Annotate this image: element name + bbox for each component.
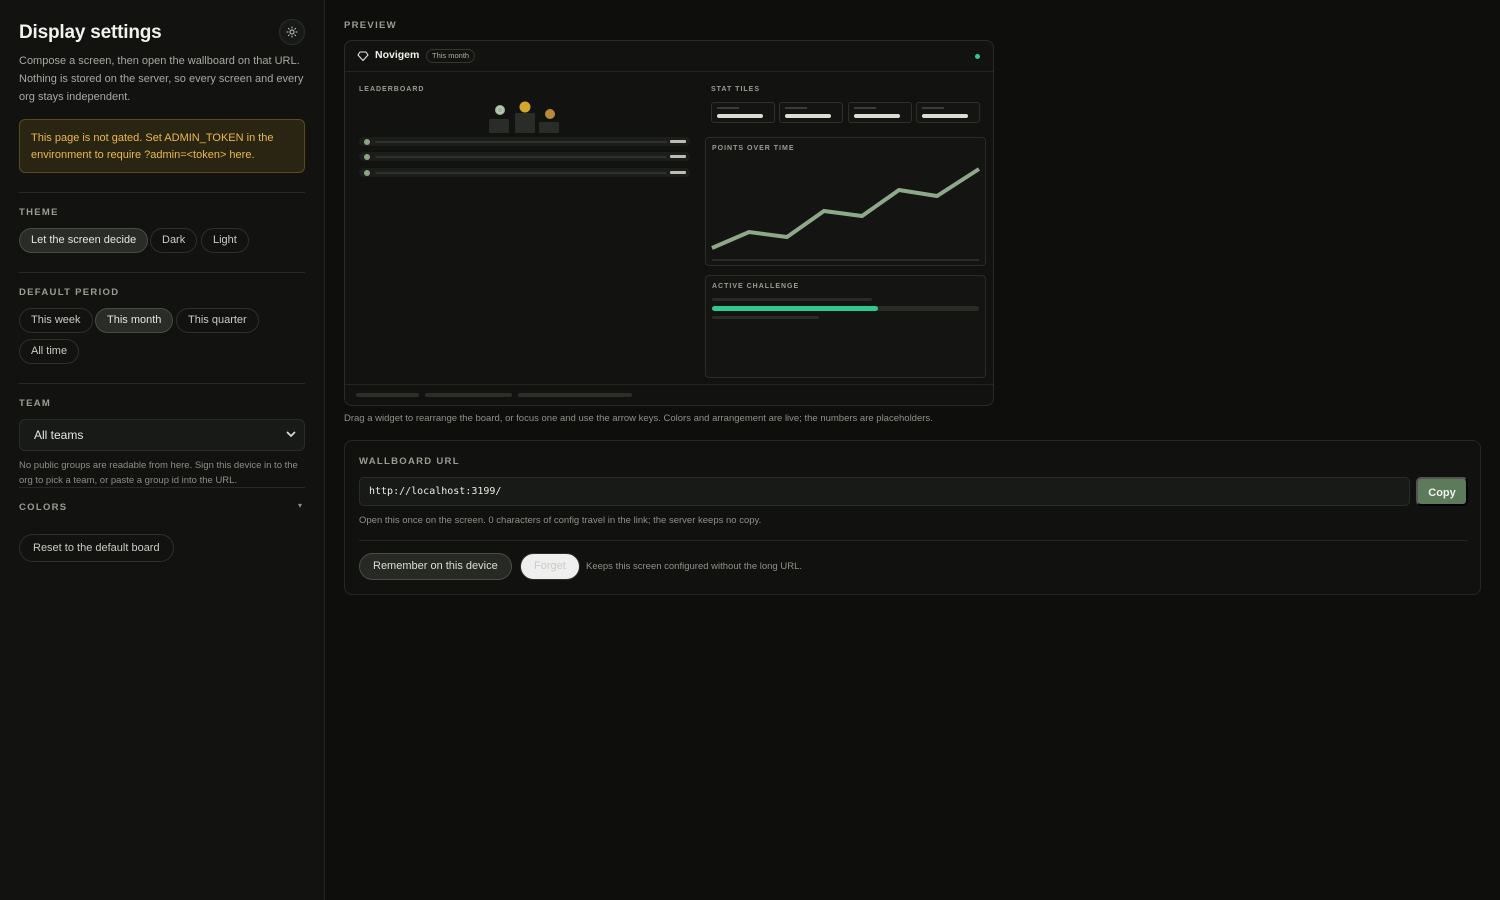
divider — [19, 383, 305, 384]
forget-button[interactable]: Forget — [520, 553, 580, 580]
period-option-quarter[interactable]: This quarter — [176, 308, 259, 333]
leaderboard-label: LEADERBOARD — [359, 86, 425, 93]
divider — [19, 487, 305, 488]
theme-option-dark[interactable]: Dark — [150, 228, 198, 253]
reset-board-button[interactable]: Reset to the default board — [19, 534, 174, 562]
theme-option-light[interactable]: Light — [201, 228, 249, 253]
leaderboard-row — [359, 137, 690, 146]
preview-brand: Novigem — [375, 49, 420, 61]
challenge-title-placeholder — [712, 298, 872, 301]
divider — [19, 272, 305, 273]
divider — [19, 192, 305, 193]
points-line-chart — [711, 167, 981, 261]
stat-tile — [779, 102, 843, 123]
stat-tile — [916, 102, 980, 123]
preview-period-badge: This month — [426, 49, 476, 63]
team-label: TEAM — [19, 398, 52, 409]
podium-icon — [489, 101, 559, 133]
points-over-time-widget[interactable]: POINTS OVER TIME — [705, 137, 986, 266]
preview-hint: Drag a widget to rearrange the board, or… — [344, 413, 933, 424]
copy-url-button[interactable]: Copy — [1416, 477, 1468, 506]
preview-board: Novigem This month LEADERBOARD STAT TILE… — [344, 40, 994, 406]
period-option-month[interactable]: This month — [95, 308, 174, 333]
stat-tile — [711, 102, 775, 123]
divider — [359, 540, 1468, 541]
period-label: DEFAULT PERIOD — [19, 287, 120, 298]
team-select[interactable]: All teams — [19, 419, 305, 451]
wallboard-url-label: WALLBOARD URL — [359, 456, 460, 467]
colors-label[interactable]: COLORS — [19, 502, 67, 513]
active-challenge-label: ACTIVE CHALLENGE — [712, 283, 800, 290]
period-option-all-time[interactable]: All time — [19, 339, 80, 364]
active-challenge-widget[interactable]: ACTIVE CHALLENGE — [705, 275, 986, 378]
preview-header: Novigem This month — [345, 41, 993, 72]
wallboard-url-note: Open this once on the screen. 0 characte… — [359, 515, 762, 526]
remember-note: Keeps this screen configured without the… — [586, 561, 802, 572]
wallboard-url-panel: WALLBOARD URL http://localhost:3199/ Cop… — [344, 440, 1481, 595]
leaderboard-row — [359, 168, 690, 177]
preview-label: PREVIEW — [344, 20, 397, 31]
stat-tile — [848, 102, 912, 123]
theme-toggle-button[interactable] — [279, 19, 305, 45]
live-status-dot — [975, 54, 980, 59]
diamond-logo-icon — [357, 51, 369, 62]
warning-banner: This page is not gated. Set ADMIN_TOKEN … — [19, 119, 305, 173]
theme-option-auto[interactable]: Let the screen decide — [19, 228, 149, 253]
team-hint: No public groups are readable from here.… — [19, 460, 298, 486]
wallboard-url-field[interactable]: http://localhost:3199/ — [359, 477, 1410, 506]
caret-down-icon[interactable]: ▾ — [298, 501, 302, 510]
leaderboard-row — [359, 152, 690, 161]
challenge-progress-fill — [712, 306, 878, 311]
challenge-meta-placeholder — [712, 316, 819, 319]
team-select-value: All teams — [34, 428, 84, 442]
settings-sidebar: Display settings Compose a screen, then … — [0, 0, 325, 900]
stat-tiles-label: STAT TILES — [711, 86, 761, 93]
intro-text: Compose a screen, then open the wallboar… — [19, 55, 304, 103]
period-option-week[interactable]: This week — [19, 308, 93, 333]
page-title: Display settings — [19, 22, 162, 43]
preview-footer — [345, 384, 993, 405]
theme-label: THEME — [19, 207, 59, 218]
chevron-down-icon — [286, 420, 296, 461]
title-row: Display settings — [19, 19, 305, 46]
remember-device-button[interactable]: Remember on this device — [359, 553, 512, 580]
sun-icon — [286, 26, 298, 38]
challenge-progress-track — [712, 306, 979, 311]
